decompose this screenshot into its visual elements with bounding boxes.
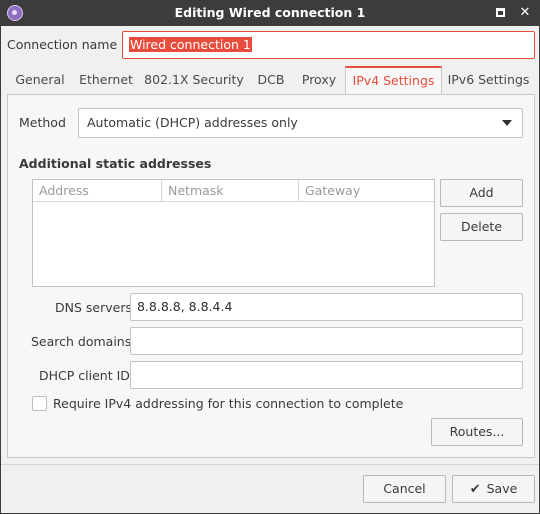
column-header-address[interactable]: Address — [33, 180, 162, 202]
search-domains-input[interactable] — [130, 327, 523, 355]
dhcp-client-id-label: DHCP client ID — [39, 368, 130, 383]
maximize-button[interactable] — [491, 4, 509, 22]
tab-8021x-security[interactable]: 802.1X Security — [139, 66, 249, 95]
method-value: Automatic (DHCP) addresses only — [87, 115, 298, 130]
connection-name-input[interactable]: Wired connection 1 — [122, 31, 535, 59]
connection-name-value: Wired connection 1 — [129, 37, 252, 52]
column-header-netmask[interactable]: Netmask — [162, 180, 299, 202]
window-title: Editing Wired connection 1 — [174, 5, 366, 20]
checkmark-icon: ✔ — [469, 482, 481, 497]
dhcp-client-id-input[interactable] — [130, 361, 523, 389]
tab-bar: General Ethernet 802.1X Security DCB Pro… — [7, 66, 535, 95]
close-button[interactable]: ✕ — [516, 4, 534, 22]
maximize-icon — [495, 8, 505, 17]
tab-general[interactable]: General — [7, 66, 73, 95]
save-button[interactable]: ✔ Save — [452, 475, 535, 503]
connection-name-label: Connection name — [7, 37, 118, 52]
require-ipv4-label: Require IPv4 addressing for this connect… — [53, 396, 404, 411]
tab-dcb[interactable]: DCB — [249, 66, 293, 95]
method-dropdown[interactable]: Automatic (DHCP) addresses only — [78, 108, 523, 138]
footer-divider — [1, 464, 539, 465]
close-icon: ✕ — [519, 5, 531, 20]
column-header-gateway[interactable]: Gateway — [299, 180, 434, 202]
delete-address-button[interactable]: Delete — [440, 213, 523, 241]
routes-button[interactable]: Routes... — [431, 418, 523, 446]
dialog-window: Connection name Wired connection 1 Gener… — [0, 26, 540, 514]
static-addresses-title: Additional static addresses — [19, 156, 212, 171]
chevron-down-icon — [502, 120, 512, 126]
dns-servers-label: DNS servers — [55, 300, 132, 315]
title-bar: Editing Wired connection 1 ✕ — [0, 0, 540, 26]
table-header: Address Netmask Gateway — [33, 180, 434, 202]
tab-ipv4-settings[interactable]: IPv4 Settings — [345, 66, 442, 95]
cancel-button[interactable]: Cancel — [363, 475, 446, 503]
static-addresses-table[interactable]: Address Netmask Gateway — [32, 179, 435, 287]
tab-proxy[interactable]: Proxy — [293, 66, 345, 95]
tab-ipv6-settings[interactable]: IPv6 Settings — [442, 66, 535, 95]
ipv4-settings-panel: Method Automatic (DHCP) addresses only A… — [7, 94, 535, 458]
require-ipv4-checkbox[interactable] — [32, 396, 47, 411]
method-label: Method — [19, 115, 66, 130]
add-address-button[interactable]: Add — [440, 179, 523, 207]
dns-servers-input[interactable]: 8.8.8.8, 8.8.4.4 — [130, 293, 523, 321]
tab-ethernet[interactable]: Ethernet — [73, 66, 139, 95]
search-domains-label: Search domains — [31, 334, 132, 349]
